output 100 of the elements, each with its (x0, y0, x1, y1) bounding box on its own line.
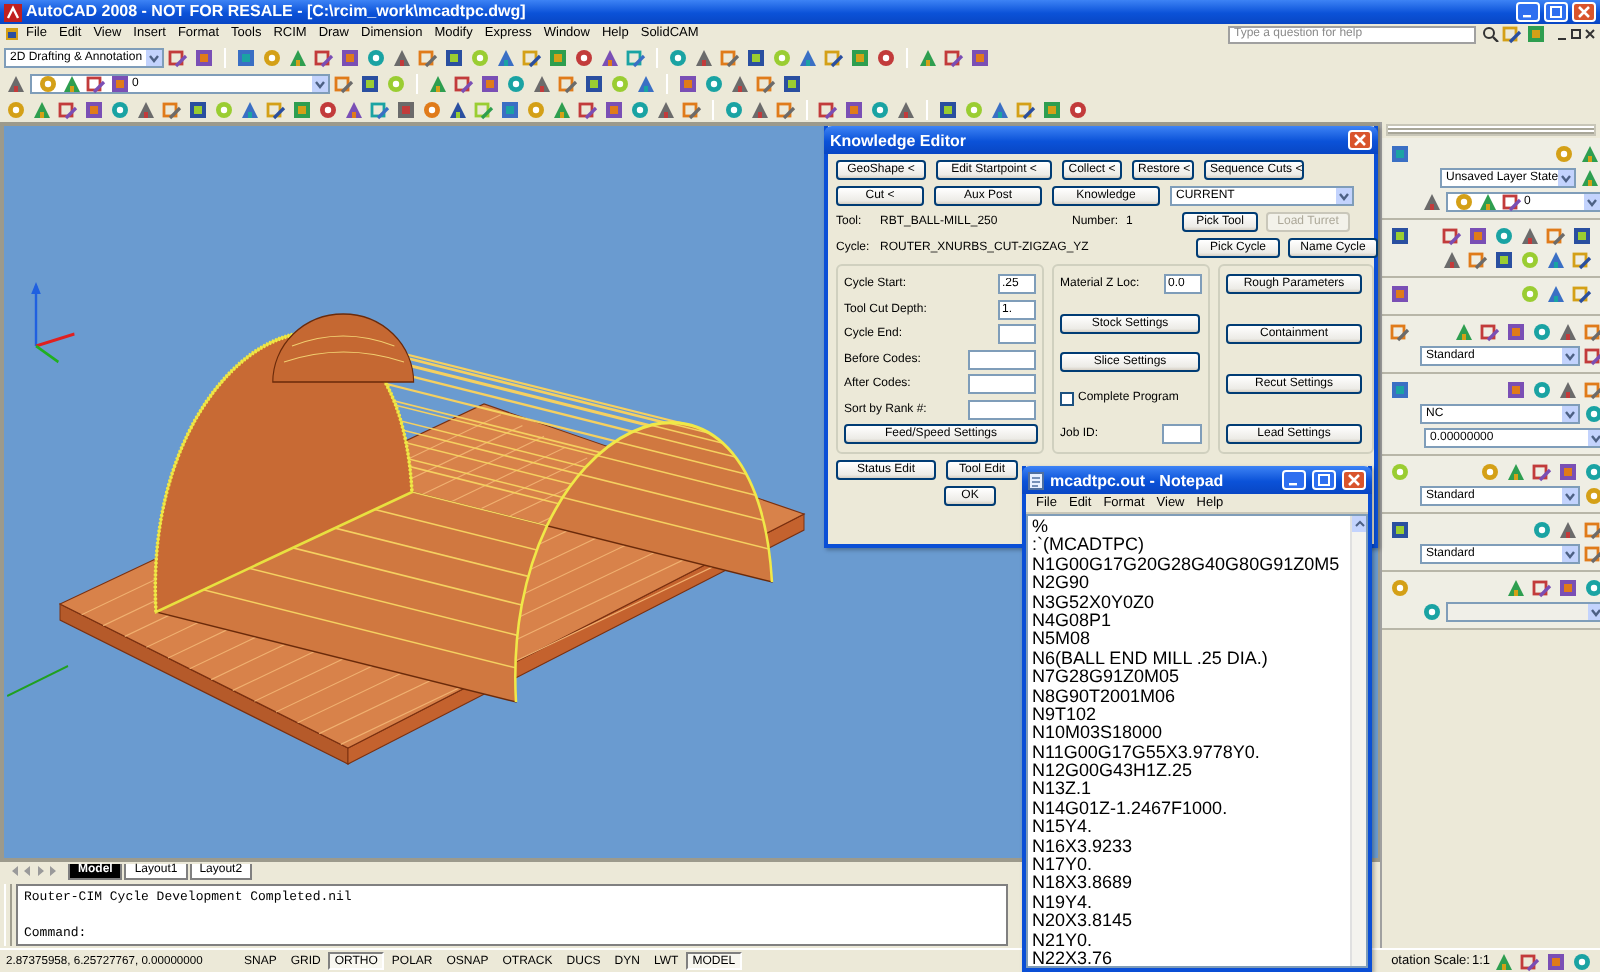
tool-icon[interactable] (522, 47, 542, 67)
tool-icon[interactable] (1584, 578, 1600, 598)
tool-icon[interactable] (266, 99, 286, 119)
tool-icon[interactable] (600, 47, 620, 67)
tool-icon[interactable] (636, 73, 656, 93)
tool-icon[interactable] (1442, 250, 1462, 270)
tool-icon[interactable] (1468, 250, 1488, 270)
tool-icon[interactable] (32, 99, 52, 119)
tool-icon[interactable] (818, 99, 838, 119)
tool-icon[interactable] (558, 73, 578, 93)
tool-icon[interactable] (1390, 226, 1410, 246)
tool-icon[interactable] (1584, 462, 1600, 482)
tool-icon[interactable] (1546, 250, 1566, 270)
tool-icon[interactable] (1520, 951, 1540, 971)
tool-icon[interactable] (1520, 226, 1540, 246)
tool-icon[interactable] (1558, 462, 1578, 482)
tool-icon[interactable] (240, 99, 260, 119)
close-button[interactable] (1348, 130, 1372, 150)
tool-icon[interactable] (918, 47, 938, 67)
tool-icon[interactable] (392, 47, 412, 67)
tool-icon[interactable] (896, 99, 916, 119)
tool-icon[interactable] (1494, 951, 1514, 971)
tab-navigation-icon[interactable] (8, 864, 60, 878)
tool-icon[interactable] (1532, 462, 1552, 482)
tool-icon[interactable] (86, 73, 106, 93)
tool-icon[interactable] (1532, 578, 1552, 598)
tool-icon[interactable] (694, 47, 714, 67)
minimize-button[interactable] (1516, 2, 1540, 22)
tool-icon[interactable] (1584, 380, 1600, 400)
input-field[interactable] (1162, 424, 1202, 444)
tool-icon[interactable] (1502, 24, 1522, 44)
tool-icon[interactable] (194, 47, 214, 67)
tool-icon[interactable] (552, 99, 572, 119)
tool-icon[interactable] (1390, 144, 1410, 164)
tool-icon[interactable] (1502, 192, 1522, 212)
tool-icon[interactable] (1390, 520, 1410, 540)
tool-icon[interactable] (1390, 284, 1410, 304)
minimize-button[interactable] (1282, 470, 1306, 490)
tool-icon[interactable] (1572, 284, 1592, 304)
tool-icon[interactable] (1580, 144, 1600, 164)
tool-icon[interactable] (474, 99, 494, 119)
tool-icon[interactable] (1584, 322, 1600, 342)
tool-icon[interactable] (990, 99, 1010, 119)
tool-icon[interactable] (1422, 192, 1442, 212)
scroll-up-icon[interactable] (1352, 516, 1366, 532)
tool-icon[interactable] (496, 47, 516, 67)
close-button[interactable] (1572, 2, 1596, 22)
tool-icon[interactable] (1558, 322, 1578, 342)
tool-icon[interactable] (62, 73, 82, 93)
tool-icon[interactable] (58, 99, 78, 119)
tool-icon[interactable] (1532, 520, 1552, 540)
tool-icon[interactable] (6, 73, 26, 93)
tool-icon[interactable] (1558, 520, 1578, 540)
tool-icon[interactable] (756, 73, 776, 93)
close-button[interactable] (1342, 470, 1366, 490)
tool-icon[interactable] (1526, 24, 1546, 44)
tool-icon[interactable] (1442, 226, 1462, 246)
tool-icon[interactable] (1546, 226, 1566, 246)
tool-icon[interactable] (1558, 380, 1578, 400)
tool-icon[interactable] (1480, 322, 1500, 342)
tool-icon[interactable] (428, 73, 448, 93)
tool-icon[interactable] (798, 47, 818, 67)
navigation-dropdown[interactable] (1446, 602, 1600, 622)
tool-icon[interactable] (1584, 404, 1600, 424)
tool-icon[interactable] (136, 99, 156, 119)
tool-icon[interactable] (750, 99, 770, 119)
tool-icon[interactable] (626, 47, 646, 67)
tool-icon[interactable] (532, 73, 552, 93)
tool-icon[interactable] (370, 99, 390, 119)
maximize-button[interactable] (1544, 2, 1568, 22)
tool-icon[interactable] (1572, 226, 1592, 246)
tool-icon[interactable] (1016, 99, 1036, 119)
tool-icon[interactable] (314, 47, 334, 67)
tool-icon[interactable] (162, 99, 182, 119)
tool-icon[interactable] (656, 99, 676, 119)
document-controls-icon[interactable] (1556, 26, 1596, 42)
tool-icon[interactable] (970, 47, 990, 67)
tool-icon[interactable] (334, 73, 354, 93)
tool-icon[interactable] (578, 99, 598, 119)
search-icon[interactable] (1482, 26, 1500, 42)
tool-icon[interactable] (1580, 168, 1600, 188)
tool-icon[interactable] (1478, 192, 1498, 212)
tool-icon[interactable] (1454, 322, 1474, 342)
input-field[interactable] (968, 349, 1036, 369)
tool-icon[interactable] (448, 99, 468, 119)
tool-icon[interactable] (720, 47, 740, 67)
maximize-button[interactable] (1312, 470, 1336, 490)
tool-icon[interactable] (168, 47, 188, 67)
tool-icon[interactable] (344, 99, 364, 119)
tool-icon[interactable] (1390, 322, 1410, 342)
tool-icon[interactable] (1584, 346, 1600, 366)
tool-icon[interactable] (682, 99, 702, 119)
tool-icon[interactable] (1572, 250, 1592, 270)
tool-icon[interactable] (776, 99, 796, 119)
tool-icon[interactable] (288, 47, 308, 67)
tool-icon[interactable] (1506, 578, 1526, 598)
tool-icon[interactable] (824, 47, 844, 67)
input-field[interactable] (998, 324, 1036, 344)
tool-icon[interactable] (1390, 380, 1410, 400)
tool-icon[interactable] (944, 47, 964, 67)
